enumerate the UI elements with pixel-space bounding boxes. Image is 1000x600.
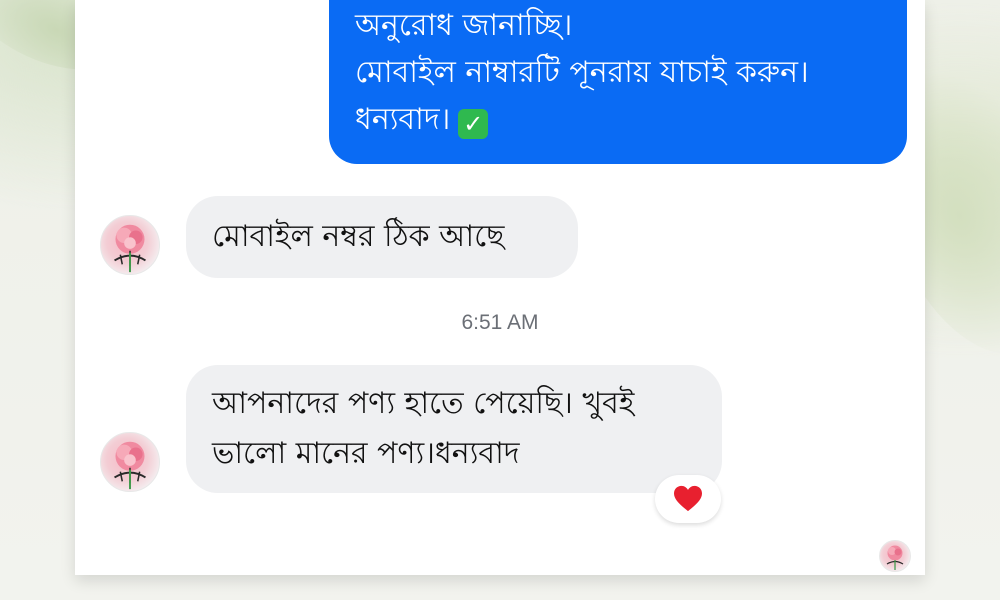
rose-avatar-icon [886, 545, 904, 570]
sender-avatar[interactable] [100, 215, 160, 275]
outgoing-message-line-text: ধন্যবাদ। [355, 102, 451, 137]
incoming-message-line: ভালো মানের পণ্য।ধন্যবাদ [212, 436, 520, 471]
outgoing-message-line: মোবাইল নাম্বারটি পূনরায় যাচাই করুন। [355, 55, 809, 90]
outgoing-message-bubble[interactable]: অনুরোধ জানাচ্ছি। মোবাইল নাম্বারটি পূনরায… [329, 0, 907, 164]
rose-avatar-icon [114, 224, 146, 273]
message-timestamp: 6:51 AM [461, 311, 539, 334]
sender-avatar[interactable] [100, 432, 160, 492]
incoming-message-bubble[interactable]: আপনাদের পণ্য হাতে পেয়েছি। খুবই ভালো মান… [186, 365, 722, 493]
read-receipt-avatar [879, 540, 911, 572]
message-reaction[interactable] [655, 475, 721, 523]
outgoing-message-line-last: ধন্যবাদ। ✓ [355, 96, 881, 143]
incoming-message-bubble[interactable]: মোবাইল নম্বর ঠিক আছে [186, 196, 578, 278]
chat-thread: অনুরোধ জানাচ্ছি। মোবাইল নাম্বারটি পূনরায… [75, 0, 925, 575]
incoming-message-line: আপনাদের পণ্য হাতে পেয়েছি। খুবই [212, 386, 635, 421]
outgoing-message-line: অনুরোধ জানাচ্ছি। [355, 8, 573, 43]
rose-avatar-icon [114, 441, 146, 490]
check-mark-icon: ✓ [458, 109, 489, 139]
red-heart-icon [674, 485, 702, 512]
